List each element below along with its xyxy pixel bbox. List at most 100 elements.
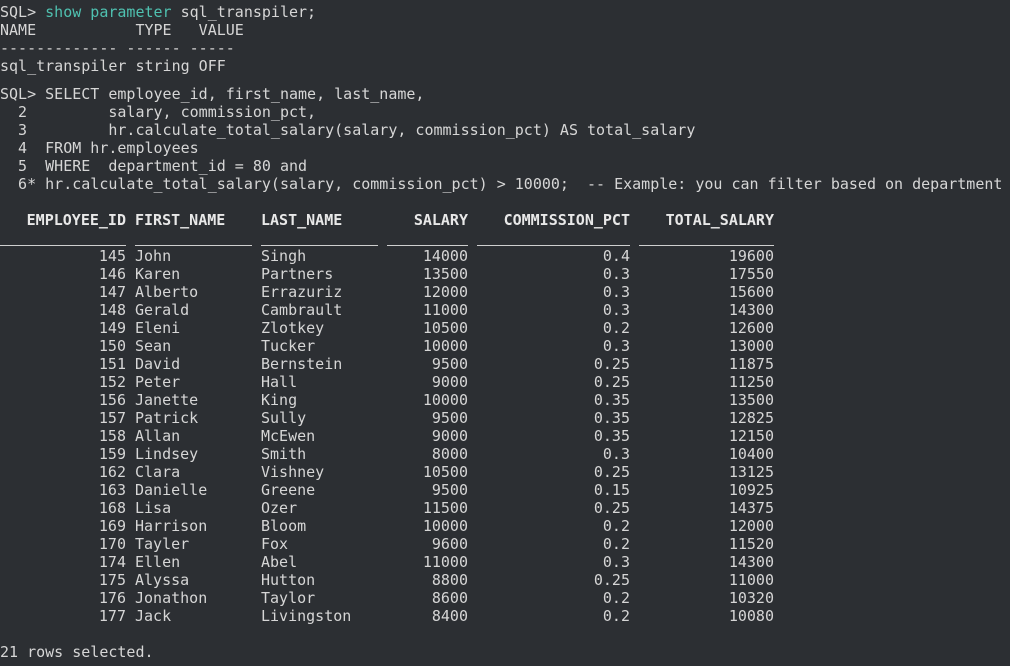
cell-salary: 13500 <box>422 265 468 283</box>
cell-commission-pct: 0.2 <box>602 517 630 535</box>
query-line: 4 FROM hr.employees <box>0 139 199 157</box>
cell-salary: 10000 <box>422 391 468 409</box>
cell-commission-pct: 0.3 <box>602 301 630 319</box>
cell-employee-id: 174 <box>98 553 126 571</box>
result-header-row: EMPLOYEE_ID FIRST_NAME LAST_NAME SALARY COMM… <box>0 211 1010 229</box>
cell-commission-pct: 0.35 <box>593 391 630 409</box>
table-row: 148 Gerald Cambrault 11000 0.3 14300 <box>0 301 1010 319</box>
cell-last-name: Partners <box>261 265 334 283</box>
cell-salary: 9600 <box>431 535 468 553</box>
cell-first-name: Lindsey <box>135 445 199 463</box>
cell-salary: 9500 <box>431 409 468 427</box>
cell-employee-id: 152 <box>98 373 126 391</box>
cell-first-name: Clara <box>135 463 181 481</box>
cell-last-name: Taylor <box>261 589 316 607</box>
table-row: 169 Harrison Bloom 10000 0.2 12000 <box>0 517 1010 535</box>
cell-first-name: Allan <box>135 427 181 445</box>
table-row: 147 Alberto Errazuriz 12000 0.3 15600 <box>0 283 1010 301</box>
cell-first-name: Ellen <box>135 553 181 571</box>
cell-salary: 14000 <box>422 247 468 265</box>
table-row: 170 Tayler Fox 9600 0.2 11520 <box>0 535 1010 553</box>
cell-employee-id: 156 <box>98 391 126 409</box>
table-row: 159 Lindsey Smith 8000 0.3 10400 <box>0 445 1010 463</box>
cell-first-name: Janette <box>135 391 199 409</box>
cell-total-salary: 11875 <box>728 355 774 373</box>
cell-employee-id: 159 <box>98 445 126 463</box>
cell-salary: 10000 <box>422 337 468 355</box>
cell-total-salary: 19600 <box>728 247 774 265</box>
table-row: 168 Lisa Ozer 11500 0.25 14375 <box>0 499 1010 517</box>
cell-commission-pct: 0.3 <box>602 283 630 301</box>
cell-salary: 10000 <box>422 517 468 535</box>
cell-total-salary: 10925 <box>728 481 774 499</box>
cell-employee-id: 150 <box>98 337 126 355</box>
query-line: 5 WHERE department_id = 80 and <box>0 157 308 175</box>
show-parameter-command: SQL> show parameter sql_transpiler; <box>0 3 316 21</box>
terminal-window[interactable]: SQL> show parameter sql_transpiler; NAME… <box>0 0 1010 666</box>
cell-last-name: Vishney <box>261 463 325 481</box>
cell-last-name: Cambrault <box>261 301 343 319</box>
cell-commission-pct: 0.3 <box>602 337 630 355</box>
cell-commission-pct: 0.2 <box>602 589 630 607</box>
cell-first-name: Lisa <box>135 499 172 517</box>
parameter-row: sql_transpiler string OFF <box>0 57 226 75</box>
cell-salary: 8400 <box>431 607 468 625</box>
cell-commission-pct: 0.3 <box>602 265 630 283</box>
cell-salary: 11000 <box>422 301 468 319</box>
cell-total-salary: 10400 <box>728 445 774 463</box>
cell-first-name: Peter <box>135 373 181 391</box>
table-row: 177 Jack Livingston 8400 0.2 10080 <box>0 607 1010 625</box>
column-underline <box>387 245 468 246</box>
cell-commission-pct: 0.2 <box>602 607 630 625</box>
cell-commission-pct: 0.25 <box>593 373 630 391</box>
cell-total-salary: 11520 <box>728 535 774 553</box>
query-line: 2 salary, commission_pct, <box>0 103 317 121</box>
query-line: 3 hr.calculate_total_salary(salary, comm… <box>0 121 696 139</box>
cell-commission-pct: 0.3 <box>602 445 630 463</box>
table-row: 158 Allan McEwen 9000 0.35 12150 <box>0 427 1010 445</box>
column-underline <box>135 245 252 246</box>
cell-employee-id: 147 <box>98 283 126 301</box>
cell-first-name: Eleni <box>135 319 181 337</box>
cell-employee-id: 170 <box>98 535 126 553</box>
cell-total-salary: 12600 <box>728 319 774 337</box>
column-underline <box>261 245 378 246</box>
cell-last-name: Sully <box>261 409 307 427</box>
table-row: 149 Eleni Zlotkey 10500 0.2 12600 <box>0 319 1010 337</box>
column-underline <box>0 245 126 246</box>
cell-last-name: Bernstein <box>261 355 343 373</box>
cell-total-salary: 10320 <box>728 589 774 607</box>
table-row: 150 Sean Tucker 10000 0.3 13000 <box>0 337 1010 355</box>
cell-total-salary: 17550 <box>728 265 774 283</box>
column-header-commission-pct: COMMISSION_PCT <box>503 211 630 229</box>
command-keyword: show parameter <box>45 3 172 21</box>
cell-first-name: Harrison <box>135 517 208 535</box>
cell-salary: 11500 <box>422 499 468 517</box>
parameter-separator: ------------- ------ ----- <box>0 39 235 57</box>
cell-first-name: David <box>135 355 181 373</box>
column-header-first-name: FIRST_NAME <box>135 211 226 229</box>
table-row: 162 Clara Vishney 10500 0.25 13125 <box>0 463 1010 481</box>
cell-last-name: Abel <box>261 553 298 571</box>
cell-employee-id: 145 <box>98 247 126 265</box>
cell-salary: 8600 <box>431 589 468 607</box>
cell-first-name: Alberto <box>135 283 199 301</box>
cell-total-salary: 14375 <box>728 499 774 517</box>
cell-last-name: Ozer <box>261 499 298 517</box>
cell-total-salary: 14300 <box>728 301 774 319</box>
cell-total-salary: 12150 <box>728 427 774 445</box>
cell-total-salary: 13500 <box>728 391 774 409</box>
cell-total-salary: 12000 <box>728 517 774 535</box>
cell-salary: 9000 <box>431 373 468 391</box>
cell-first-name: Sean <box>135 337 172 355</box>
cell-salary: 8000 <box>431 445 468 463</box>
cell-salary: 10500 <box>422 463 468 481</box>
cell-commission-pct: 0.35 <box>593 427 630 445</box>
cell-salary: 9500 <box>431 355 468 373</box>
column-header-total-salary: TOTAL_SALARY <box>665 211 774 229</box>
table-row: 151 David Bernstein 9500 0.25 11875 <box>0 355 1010 373</box>
cell-commission-pct: 0.25 <box>593 355 630 373</box>
cell-employee-id: 149 <box>98 319 126 337</box>
cell-total-salary: 13125 <box>728 463 774 481</box>
column-underline <box>639 245 774 246</box>
